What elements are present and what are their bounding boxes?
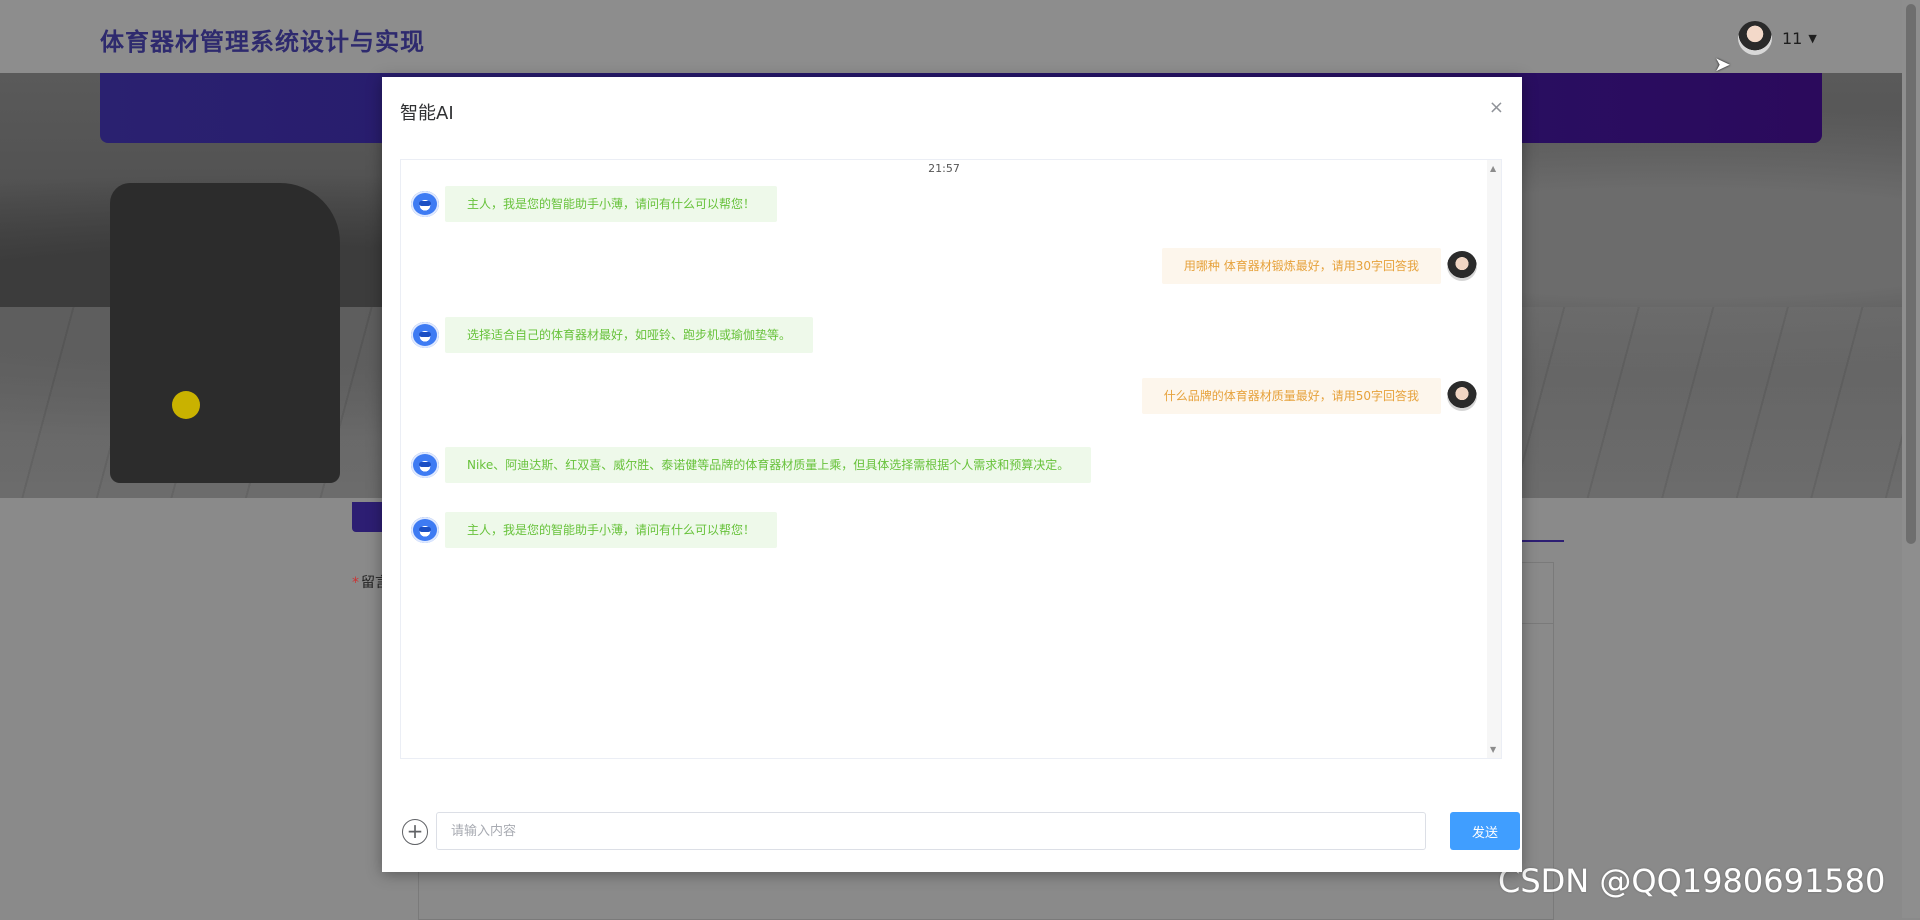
chat-input-row: + 发送 [400,812,1520,852]
chat-history[interactable]: 21:57 主人，我是您的智能助手小薄，请问有什么可以帮您！ 用哪种 体育器材锻… [400,159,1502,759]
caret-down-icon[interactable]: ▼ [1808,32,1816,45]
hero-machine-image [110,183,340,483]
user-avatar [1447,251,1477,281]
bot-bubble: 主人，我是您的智能助手小薄，请问有什么可以帮您！ [445,512,778,548]
bot-bubble: 主人，我是您的智能助手小薄，请问有什么可以帮您！ [445,186,778,222]
close-icon[interactable]: × [1489,97,1504,118]
chat-message-bot: 主人，我是您的智能助手小薄，请问有什么可以帮您！ [411,186,778,222]
bot-bubble: 选择适合自己的体育器材最好，如哑铃、跑步机或瑜伽垫等。 [445,317,814,353]
robot-icon [411,322,439,348]
user-menu[interactable]: 11 ▼ [1738,20,1817,56]
user-avatar [1447,381,1477,411]
required-mark: * [352,575,359,591]
bot-bubble: Nike、阿迪达斯、红双喜、威尔胜、泰诺健等品牌的体育器材质量上乘，但具体选择需… [445,447,1092,483]
hero-knob-image [172,391,200,419]
send-button[interactable]: 发送 [1450,812,1520,850]
chat-message-user: 用哪种 体育器材锻炼最好，请用30字回答我 [1161,248,1477,284]
chat-timestamp: 21:57 [928,162,960,175]
chat-message-bot: Nike、阿迪达斯、红双喜、威尔胜、泰诺健等品牌的体育器材质量上乘，但具体选择需… [411,447,1092,483]
page-scrollbar-thumb[interactable] [1906,4,1916,544]
user-avatar[interactable] [1738,21,1772,55]
watermark: CSDN @QQ1980691580 [1498,862,1886,900]
chat-input[interactable] [436,812,1426,850]
user-bubble: 什么品牌的体育器材质量最好，请用50字回答我 [1141,378,1441,414]
scroll-up-icon[interactable]: ▲ [1490,164,1496,173]
scroll-down-icon[interactable]: ▼ [1490,745,1496,754]
editor-toolbar [1520,563,1553,624]
ai-chat-dialog: 智能AI × 21:57 主人，我是您的智能助手小薄，请问有什么可以帮您！ 用哪… [382,77,1522,872]
user-name[interactable]: 11 [1782,29,1802,48]
user-bubble: 用哪种 体育器材锻炼最好，请用30字回答我 [1161,248,1441,284]
top-header: 体育器材管理系统设计与实现 11 ▼ [0,0,1902,74]
chat-message-user: 什么品牌的体育器材质量最好，请用50字回答我 [1141,378,1477,414]
robot-icon [411,191,439,217]
robot-icon [411,517,439,543]
robot-icon [411,452,439,478]
chat-scrollbar[interactable]: ▲ ▼ [1487,160,1501,758]
section-underline [1520,540,1564,542]
dialog-title: 智能AI [400,103,454,124]
chat-message-bot: 选择适合自己的体育器材最好，如哑铃、跑步机或瑜伽垫等。 [411,317,814,353]
section-title-mark [352,502,382,532]
plus-circle-icon[interactable]: + [402,819,428,845]
chat-message-bot: 主人，我是您的智能助手小薄，请问有什么可以帮您！ [411,512,778,548]
site-title: 体育器材管理系统设计与实现 [100,28,425,56]
page-scrollbar[interactable] [1902,0,1920,918]
